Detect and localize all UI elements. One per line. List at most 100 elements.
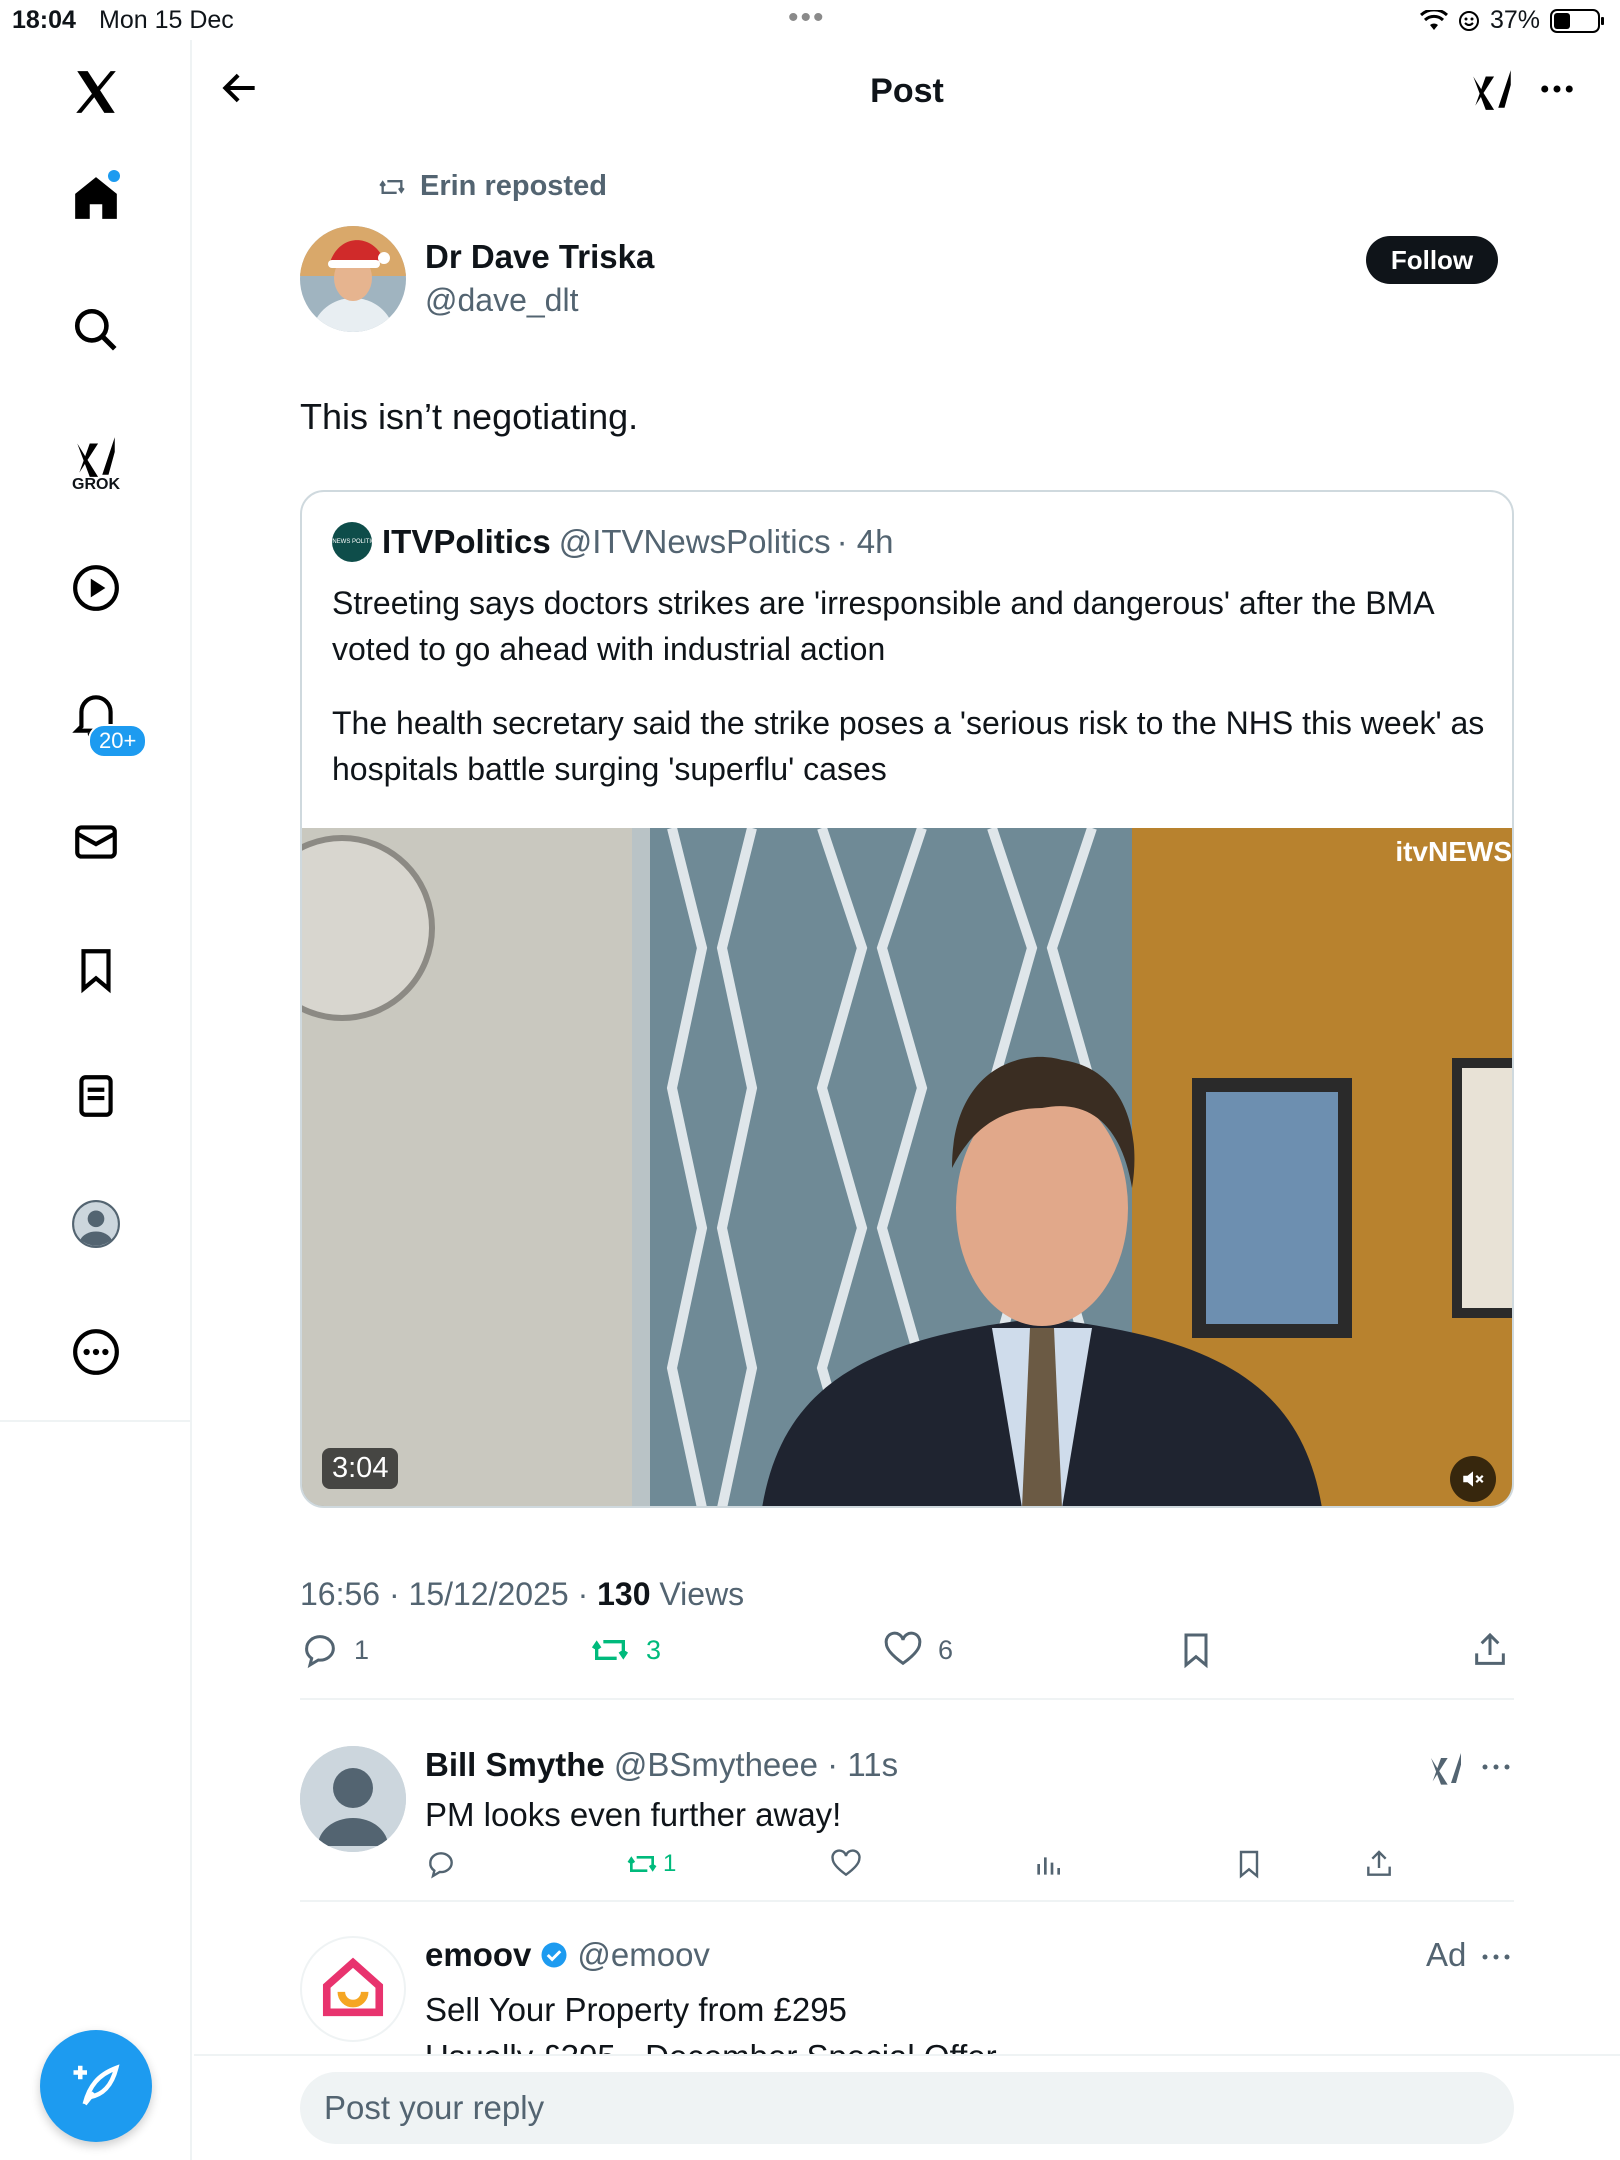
status-bar: 18:04 Mon 15 Dec ••• 37% xyxy=(0,0,1620,40)
x-logo-icon[interactable] xyxy=(62,58,130,126)
author-name[interactable]: Dr Dave Triska xyxy=(425,238,654,276)
ad-author-handle[interactable]: @emoov xyxy=(577,1936,710,1974)
reply-bookmark-button[interactable] xyxy=(1233,1848,1265,1880)
more-dots-icon xyxy=(1541,85,1573,93)
reply-avatar[interactable] xyxy=(300,1746,406,1852)
lists-icon[interactable] xyxy=(62,1062,130,1130)
reply-input[interactable] xyxy=(300,2072,1514,2144)
more-dots-icon xyxy=(1482,1764,1510,1770)
reply-like-button[interactable] xyxy=(830,1848,862,1880)
search-icon[interactable] xyxy=(62,296,130,364)
grok-header-button[interactable] xyxy=(1467,64,1517,119)
video-player[interactable]: itvNEWS 3:04 xyxy=(302,828,1512,1506)
quoted-post[interactable]: itv NEWS POLITICS ITVPolitics @ITVNewsPo… xyxy=(300,490,1514,1508)
quote-paragraph-2: The health secretary said the strike pos… xyxy=(332,705,1485,787)
reply-button[interactable]: 1 xyxy=(300,1630,369,1670)
like-count: 6 xyxy=(938,1634,954,1665)
messages-icon[interactable] xyxy=(62,808,130,876)
grok-icon xyxy=(1431,1753,1461,1785)
reply-icon xyxy=(429,1852,453,1879)
post-timestamp: 16:56 · 15/12/2025 · xyxy=(300,1576,598,1612)
bookmark-icon xyxy=(1239,1850,1259,1879)
repost-icon xyxy=(379,179,405,194)
wifi-icon xyxy=(1419,9,1448,30)
reply-item[interactable]: Bill Smythe @BSmytheee · 11s PM looks ev… xyxy=(300,1710,1514,1902)
more-dots-icon xyxy=(1482,1954,1510,1960)
quote-time: · 4h xyxy=(836,523,894,560)
focus-face-icon xyxy=(1458,10,1479,31)
promoted-post[interactable]: emoov @emoov Ad Sell Your Property from … xyxy=(300,1906,1514,2066)
notifications-badge: 20+ xyxy=(88,724,148,758)
bookmark-icon xyxy=(1184,1633,1208,1669)
bookmarks-icon[interactable] xyxy=(62,936,130,1004)
reply-views-button[interactable] xyxy=(1032,1848,1064,1880)
itv-avatar[interactable]: itv NEWS POLITICS xyxy=(325,522,379,562)
status-right: 37% xyxy=(1419,6,1604,35)
emoov-avatar[interactable] xyxy=(300,1936,406,2042)
home-notification-dot xyxy=(108,170,120,182)
reply-header: Bill Smythe @BSmytheee · 11s xyxy=(425,1746,898,1784)
share-icon xyxy=(1475,1632,1505,1665)
reply-reply-button[interactable] xyxy=(425,1848,457,1880)
ad-label: Ad xyxy=(1426,1936,1467,1973)
reply-author-handle[interactable]: @BSmytheee xyxy=(614,1746,818,1783)
mute-button[interactable] xyxy=(1450,1456,1496,1502)
reply-count: 1 xyxy=(354,1634,370,1665)
follow-button[interactable]: Follow xyxy=(1366,236,1498,284)
multitasking-dots-icon[interactable]: ••• xyxy=(788,3,826,33)
sidebar: GROK 20+ xyxy=(0,40,192,2160)
author-avatar[interactable] xyxy=(300,226,406,332)
reply-author-name[interactable]: Bill Smythe xyxy=(425,1746,605,1783)
ad-line-1: Sell Your Property from £295 xyxy=(425,1991,847,2028)
analytics-icon xyxy=(1037,1857,1060,1875)
heart-icon xyxy=(831,1849,861,1877)
battery-percent: 37% xyxy=(1489,6,1540,34)
compose-button[interactable] xyxy=(40,2030,152,2142)
back-button[interactable] xyxy=(218,66,262,115)
more-icon[interactable] xyxy=(62,1318,130,1386)
status-time: 18:04 xyxy=(12,6,76,34)
verified-badge-icon xyxy=(541,1942,567,1968)
like-button[interactable]: 6 xyxy=(882,1630,953,1670)
post-text: This isn’t negotiating. xyxy=(300,396,639,437)
reply-share-button[interactable] xyxy=(1363,1848,1395,1880)
profile-icon[interactable] xyxy=(62,1190,130,1258)
ad-more-button[interactable] xyxy=(1480,1950,1512,1968)
share-button[interactable] xyxy=(1470,1630,1510,1670)
reply-icon xyxy=(305,1635,335,1669)
quote-paragraph-1: Streeting says doctors strikes are 'irre… xyxy=(332,585,1433,667)
reply-grok-button[interactable] xyxy=(1426,1748,1466,1793)
back-arrow-icon xyxy=(222,73,255,103)
quote-text: Streeting says doctors strikes are 'irre… xyxy=(332,580,1492,792)
muted-speaker-icon xyxy=(1463,1471,1484,1487)
reply-text: PM looks even further away! xyxy=(425,1796,842,1833)
video-icon[interactable] xyxy=(62,554,130,622)
home-icon[interactable] xyxy=(62,164,130,232)
reply-time: · 11s xyxy=(827,1746,899,1783)
quote-author-handle: @ITVNewsPolitics xyxy=(558,523,831,560)
emoov-logo-icon xyxy=(322,1957,384,2017)
reply-more-button[interactable] xyxy=(1480,1760,1512,1778)
video-frame xyxy=(302,828,1512,1506)
author-handle[interactable]: @dave_dlt xyxy=(425,282,578,319)
views-count: 130 xyxy=(597,1576,651,1612)
bookmark-button[interactable] xyxy=(1176,1630,1216,1670)
reply-repost-button[interactable]: 1 xyxy=(625,1848,676,1880)
repost-icon xyxy=(627,1856,657,1872)
repost-button[interactable]: 3 xyxy=(588,1630,661,1670)
post-actions: 1 3 6 xyxy=(300,1630,1514,1700)
post-metadata: 16:56 · 15/12/2025 · 130 Views xyxy=(300,1576,744,1613)
reply-composer xyxy=(194,2054,1620,2160)
quote-header: itv NEWS POLITICS ITVPolitics @ITVNewsPo… xyxy=(325,522,894,562)
page-title: Post xyxy=(870,72,944,110)
repost-count: 3 xyxy=(646,1634,662,1665)
ad-header: emoov @emoov xyxy=(425,1936,710,1974)
repost-context[interactable]: Erin reposted xyxy=(376,170,607,203)
post-header: Post xyxy=(194,40,1620,140)
heart-icon xyxy=(884,1631,922,1666)
repost-label: Erin reposted xyxy=(420,170,607,202)
grok-label: GROK xyxy=(72,476,120,493)
ad-author-name[interactable]: emoov xyxy=(425,1936,531,1974)
views-label: Views xyxy=(650,1576,745,1612)
header-more-button[interactable] xyxy=(1536,68,1578,115)
